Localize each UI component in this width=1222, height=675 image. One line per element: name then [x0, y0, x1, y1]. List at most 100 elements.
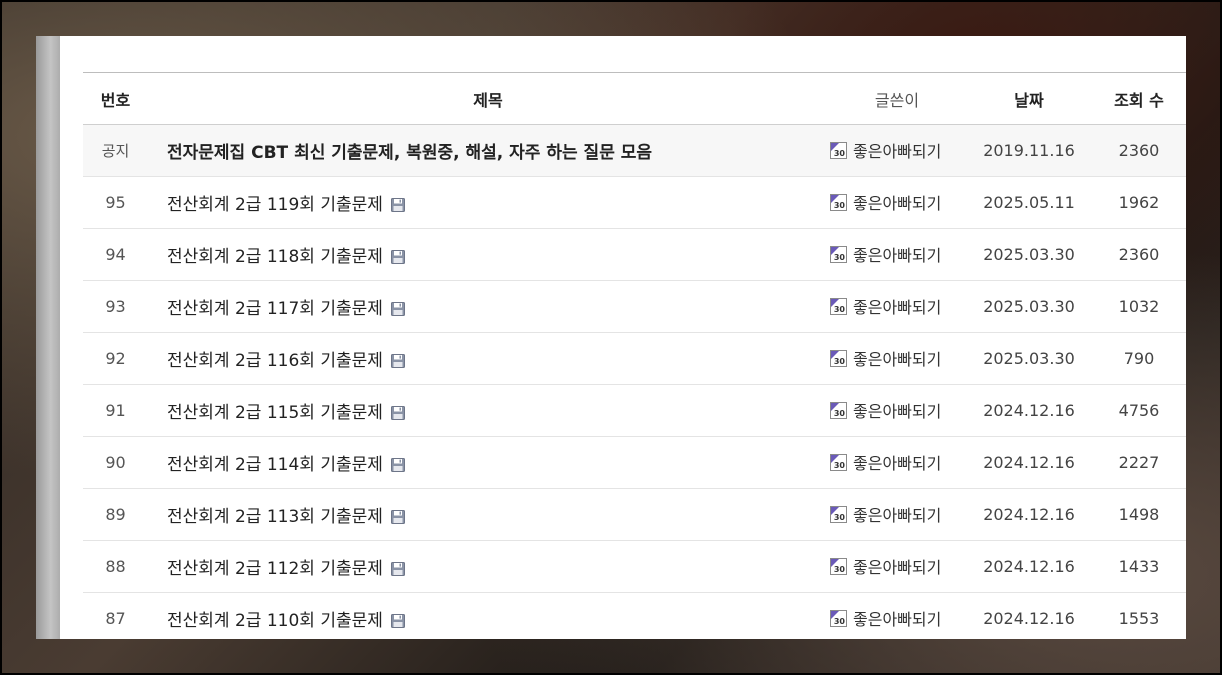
post-views: 2227 [1092, 436, 1186, 489]
post-number: 89 [83, 488, 148, 541]
post-title-link[interactable]: 전산회계 2급 114회 기출문제 [167, 455, 383, 475]
post-title-link[interactable]: 전산회계 2급 112회 기출문제 [167, 559, 383, 579]
post-title-cell: 전산회계 2급 118회 기출문제 [148, 228, 828, 281]
post-views: 1433 [1092, 540, 1186, 593]
floppy-disk-icon [390, 406, 405, 420]
level-badge: 30 [833, 408, 845, 418]
author-name: 좋은아빠되기 [853, 454, 942, 474]
table-row: 93 전산회계 2급 117회 기출문제 30 좋은아빠되기 2025.03.30 103… [83, 280, 1186, 333]
level-badge: 30 [833, 200, 845, 210]
level-badge: 30 [833, 616, 845, 626]
table-row: 92 전산회계 2급 116회 기출문제 30 좋은아빠되기 2025.03.30 790 [83, 332, 1186, 385]
post-title-cell: 전산회계 2급 113회 기출문제 [148, 488, 828, 541]
table-row: 89 전산회계 2급 113회 기출문제 30 좋은아빠되기 2024.12.16 149… [83, 488, 1186, 541]
member-level-icon: 30 [830, 453, 847, 471]
post-title-link[interactable]: 전산회계 2급 113회 기출문제 [167, 507, 383, 527]
author-cell: 30 좋은아빠되기 [828, 592, 966, 639]
author-cell: 30 좋은아빠되기 [828, 488, 966, 541]
post-title-cell: 전산회계 2급 114회 기출문제 [148, 436, 828, 489]
header-num: 번호 [83, 72, 148, 125]
header-author: 글쓴이 [828, 72, 966, 125]
post-number: 92 [83, 332, 148, 385]
level-badge: 30 [833, 252, 845, 262]
table-row: 90 전산회계 2급 114회 기출문제 30 좋은아빠되기 2024.12.16 222… [83, 436, 1186, 489]
post-number: 93 [83, 280, 148, 333]
board-header: 번호 제목 글쓴이 날짜 조회 수 [83, 72, 1186, 125]
post-number: 87 [83, 592, 148, 639]
floppy-disk-icon [390, 198, 405, 212]
post-date: 2025.05.11 [966, 176, 1092, 229]
post-title-cell: 전산회계 2급 112회 기출문제 [148, 540, 828, 593]
author-name: 좋은아빠되기 [853, 194, 942, 214]
post-title-link[interactable]: 전산회계 2급 116회 기출문제 [167, 351, 383, 371]
author-cell: 30 좋은아빠되기 [828, 540, 966, 593]
post-title-cell: 전산회계 2급 115회 기출문제 [148, 384, 828, 437]
table-row: 95 전산회계 2급 119회 기출문제 30 좋은아빠되기 2025.05.11 196… [83, 176, 1186, 229]
author-cell: 30 좋은아빠되기 [828, 332, 966, 385]
notice-row: 공지 전자문제집 CBT 최신 기출문제, 복원중, 해설, 자주 하는 질문 … [83, 124, 1186, 177]
post-date: 2025.03.30 [966, 332, 1092, 385]
post-title-link[interactable]: 전산회계 2급 117회 기출문제 [167, 299, 383, 319]
post-number: 88 [83, 540, 148, 593]
author-link[interactable]: 30 좋은아빠되기 [830, 554, 941, 578]
post-date: 2024.12.16 [966, 436, 1092, 489]
post-date: 2024.12.16 [966, 488, 1092, 541]
post-title-link[interactable]: 전산회계 2급 115회 기출문제 [167, 403, 383, 423]
author-link[interactable]: 30 좋은아빠되기 [830, 398, 941, 422]
author-link[interactable]: 30 좋은아빠되기 [830, 346, 941, 370]
header-date[interactable]: 날짜 [966, 72, 1092, 125]
post-title-link[interactable]: 전산회계 2급 118회 기출문제 [167, 247, 383, 267]
author-link[interactable]: 30 좋은아빠되기 [830, 190, 941, 214]
member-level-icon: 30 [830, 557, 847, 575]
member-level-icon: 30 [830, 349, 847, 367]
author-link[interactable]: 30 좋은아빠되기 [830, 606, 941, 630]
post-date: 2025.03.30 [966, 228, 1092, 281]
level-badge: 30 [833, 512, 845, 522]
member-level-icon: 30 [830, 505, 847, 523]
member-level-icon: 30 [830, 609, 847, 627]
header-views[interactable]: 조회 수 [1092, 72, 1186, 125]
post-title-link[interactable]: 전산회계 2급 110회 기출문제 [167, 611, 383, 631]
table-row: 94 전산회계 2급 118회 기출문제 30 좋은아빠되기 2025.03.30 236… [83, 228, 1186, 281]
author-link[interactable]: 30 좋은아빠되기 [830, 242, 941, 266]
post-date: 2024.12.16 [966, 540, 1092, 593]
level-badge: 30 [833, 304, 845, 314]
post-number: 94 [83, 228, 148, 281]
notice-title-link[interactable]: 전자문제집 CBT 최신 기출문제, 복원중, 해설, 자주 하는 질문 모음 [167, 143, 652, 163]
author-name: 좋은아빠되기 [853, 246, 942, 266]
level-badge: 30 [833, 564, 845, 574]
author-link[interactable]: 30 좋은아빠되기 [830, 138, 941, 162]
post-number: 91 [83, 384, 148, 437]
post-views: 790 [1092, 332, 1186, 385]
notice-title-cell: 전자문제집 CBT 최신 기출문제, 복원중, 해설, 자주 하는 질문 모음 [148, 124, 828, 177]
author-name: 좋은아빠되기 [853, 142, 942, 162]
post-date: 2024.12.16 [966, 384, 1092, 437]
header-title: 제목 [148, 72, 828, 125]
floppy-disk-icon [390, 250, 405, 264]
post-views: 1962 [1092, 176, 1186, 229]
author-cell: 30 좋은아빠되기 [828, 228, 966, 281]
notice-author-cell: 30 좋은아빠되기 [828, 124, 966, 177]
author-link[interactable]: 30 좋은아빠되기 [830, 450, 941, 474]
member-level-icon: 30 [830, 193, 847, 211]
panel-left-stripe [36, 36, 60, 639]
post-views: 1498 [1092, 488, 1186, 541]
post-views: 1032 [1092, 280, 1186, 333]
author-link[interactable]: 30 좋은아빠되기 [830, 502, 941, 526]
level-badge: 30 [833, 460, 845, 470]
author-name: 좋은아빠되기 [853, 506, 942, 526]
table-row: 88 전산회계 2급 112회 기출문제 30 좋은아빠되기 2024.12.16 143… [83, 540, 1186, 593]
member-level-icon: 30 [830, 245, 847, 263]
table-row: 91 전산회계 2급 115회 기출문제 30 좋은아빠되기 2024.12.16 475… [83, 384, 1186, 437]
member-level-icon: 30 [830, 297, 847, 315]
author-name: 좋은아빠되기 [853, 610, 942, 630]
author-name: 좋은아빠되기 [853, 402, 942, 422]
board-panel: 번호 제목 글쓴이 날짜 조회 수 공지 전자문제집 CBT 최신 기출문제, … [36, 36, 1186, 639]
post-number: 90 [83, 436, 148, 489]
post-title-link[interactable]: 전산회계 2급 119회 기출문제 [167, 195, 383, 215]
post-title-cell: 전산회계 2급 119회 기출문제 [148, 176, 828, 229]
post-title-cell: 전산회계 2급 116회 기출문제 [148, 332, 828, 385]
author-link[interactable]: 30 좋은아빠되기 [830, 294, 941, 318]
table-row: 87 전산회계 2급 110회 기출문제 30 좋은아빠되기 2024.12.16 155… [83, 592, 1186, 639]
floppy-disk-icon [390, 354, 405, 368]
